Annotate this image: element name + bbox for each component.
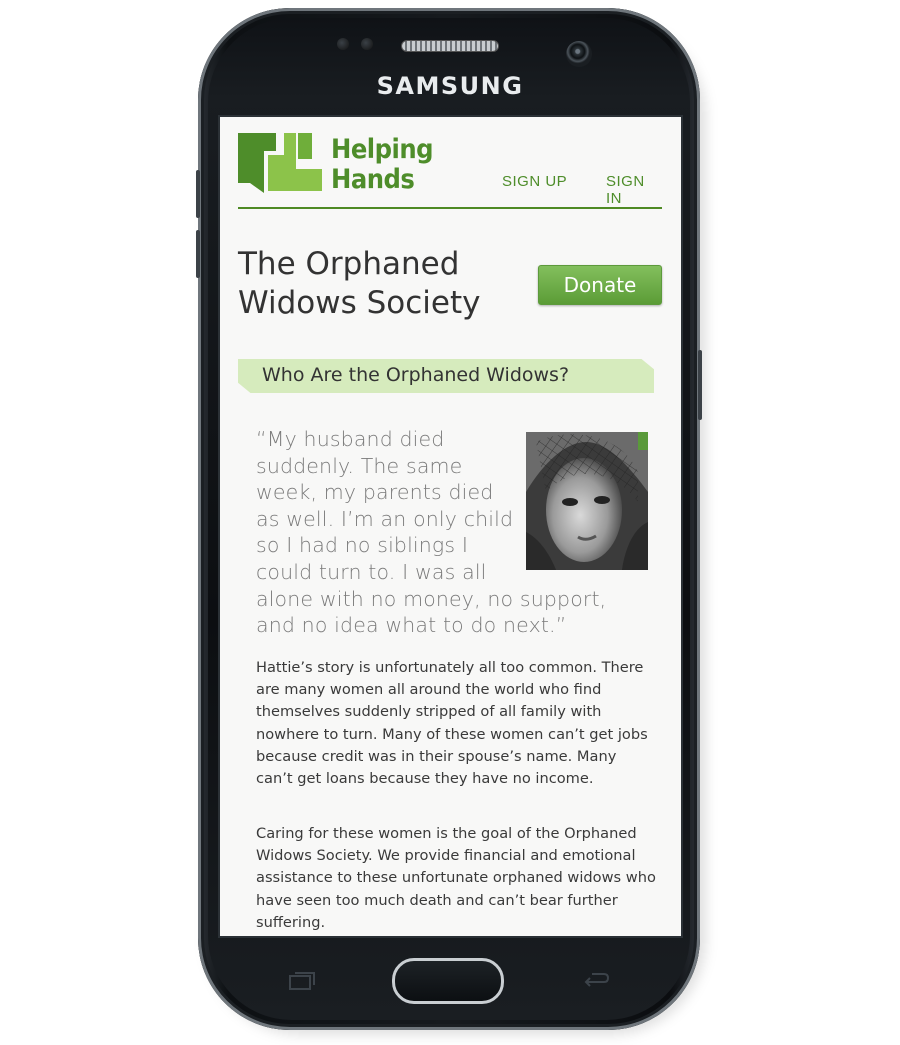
body-paragraph-2: Caring for these women is the goal of th… — [256, 825, 656, 931]
volume-button — [196, 170, 200, 218]
light-sensor — [361, 38, 373, 50]
home-button[interactable] — [392, 958, 504, 1004]
device-brand: SAMSUNG — [376, 72, 524, 100]
logo-line-2: Hands — [331, 164, 415, 195]
logo-wordmark[interactable]: Helping Hands — [331, 134, 434, 195]
phone-screen: Helping Hands SIGN UP SIGN IN The Orphan… — [218, 115, 683, 938]
sign-in-link[interactable]: SIGN IN — [606, 173, 662, 207]
donate-button[interactable]: Donate — [538, 265, 662, 305]
helping-hands-logo-icon[interactable] — [238, 133, 322, 193]
sign-up-link[interactable]: SIGN UP — [502, 173, 567, 190]
recent-apps-icon[interactable] — [286, 970, 318, 992]
section-heading: Who Are the Orphaned Widows? — [262, 364, 570, 386]
front-camera — [566, 41, 592, 67]
testimonial: “My husband died suddenly. The same week… — [256, 426, 648, 639]
proximity-sensor — [337, 38, 349, 50]
logo-line-1: Helping — [331, 134, 434, 165]
section-heading-banner: Who Are the Orphaned Widows? — [238, 359, 654, 393]
body-paragraph-1: Hattie’s story is unfortunately all too … — [256, 659, 648, 788]
power-button — [698, 350, 702, 420]
volume-button-2 — [196, 230, 200, 278]
site-header: Helping Hands SIGN UP SIGN IN — [238, 133, 662, 209]
back-icon[interactable] — [580, 970, 612, 992]
earpiece-speaker — [402, 41, 498, 51]
page-title: The Orphaned Widows Society — [238, 246, 481, 321]
widow-portrait-image — [526, 432, 648, 570]
